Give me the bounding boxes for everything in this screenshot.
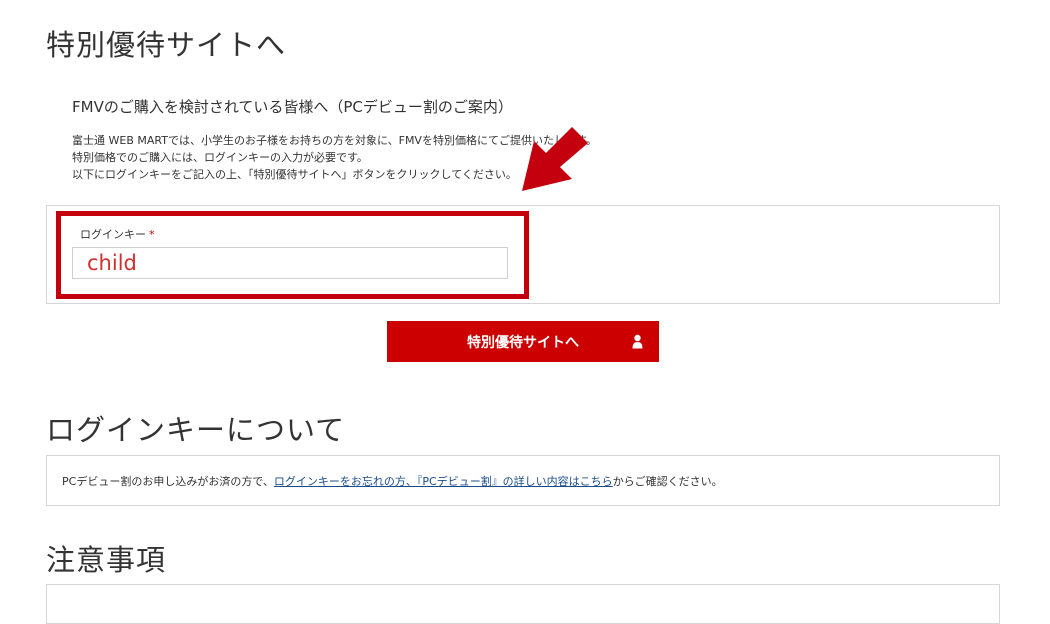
about-heading: ログインキーについて <box>46 413 346 447</box>
about-text-after: からご確認ください。 <box>612 475 723 488</box>
highlight-box <box>56 211 529 299</box>
page-title: 特別優待サイトへ <box>46 28 287 62</box>
about-text: PCデビュー割のお申し込みがお済の方で、ログインキーをお忘れの方、『PCデビュー… <box>62 473 723 489</box>
notes-heading: 注意事項 <box>46 543 167 577</box>
notes-panel <box>46 584 1000 624</box>
forgot-key-link[interactable]: ログインキーをお忘れの方、『PCデビュー割』の詳しい内容はこちら <box>274 475 613 488</box>
about-text-before: PCデビュー割のお申し込みがお済の方で、 <box>62 475 274 488</box>
submit-button[interactable]: 特別優待サイトへ <box>387 321 659 362</box>
arrow-icon <box>522 127 588 191</box>
submit-button-label: 特別優待サイトへ <box>467 334 579 351</box>
lead-text: FMVのご購入を検討されている皆様へ（PCデビュー割のご案内） <box>72 98 513 116</box>
user-icon <box>632 334 643 349</box>
